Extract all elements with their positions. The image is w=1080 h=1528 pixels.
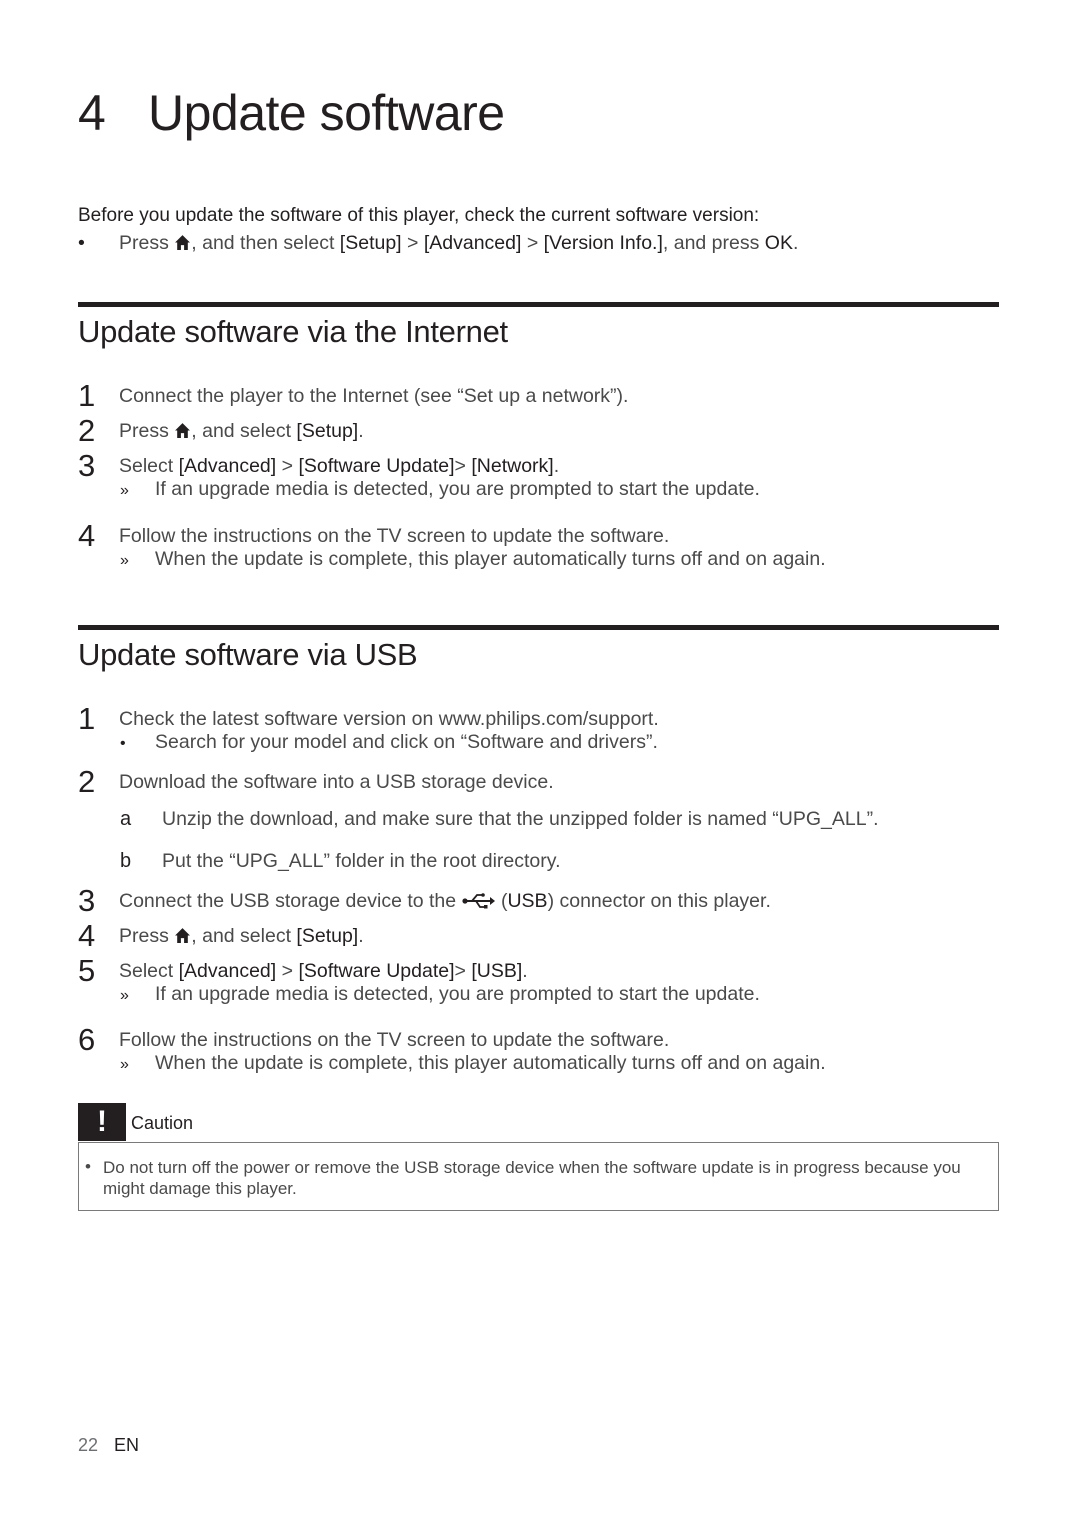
- caution-label: Caution: [131, 1113, 194, 1133]
- language-code: EN: [114, 1435, 140, 1455]
- menu-setup: [Setup]: [339, 232, 402, 254]
- section-divider: [78, 302, 999, 307]
- section-title-usb: Update software via USB: [78, 637, 418, 672]
- usb-step-5-result: » If an upgrade media is detected, you ar…: [120, 983, 760, 1005]
- intro-bullet: • Press , and then select [Setup] > [Adva…: [78, 232, 799, 254]
- section-divider: [78, 625, 999, 630]
- page-number: 22: [78, 1435, 99, 1455]
- internet-step-1: 1 Connect the player to the Internet (see…: [78, 378, 629, 413]
- chapter-title: 4 Update software: [78, 88, 505, 138]
- usb-step-6: 6 Follow the instructions on the TV scree…: [78, 1022, 670, 1057]
- home-icon: [174, 927, 191, 944]
- usb-step-3: 3 Connect the USB storage device to the (…: [78, 883, 771, 918]
- usb-step-4: 4 Press , and select [Setup].: [78, 918, 364, 953]
- menu-advanced: [Advanced]: [423, 232, 522, 254]
- usb-step-2: 2 Download the software into a USB storag…: [78, 764, 554, 799]
- bullet-glyph: •: [78, 232, 85, 254]
- ok-key: OK: [764, 232, 793, 254]
- internet-step-2: 2 Press , and select [Setup].: [78, 413, 364, 448]
- usb-step-1: 1 Check the latest software version on ww…: [78, 701, 659, 736]
- internet-step-4: 4 Follow the instructions on the TV scree…: [78, 518, 670, 553]
- section-title-internet: Update software via the Internet: [78, 314, 508, 349]
- chapter-title-text: Update software: [148, 85, 505, 141]
- usb-step-1-bullet: • Search for your model and click on “Sof…: [120, 731, 658, 753]
- internet-step-3-result: » If an upgrade media is detected, you ar…: [120, 478, 760, 500]
- usb-step-2a: a Unzip the download, and make sure that …: [120, 808, 879, 830]
- caution-text: Do not turn off the power or remove the …: [103, 1158, 961, 1198]
- home-icon: [174, 234, 191, 251]
- chapter-number: 4: [78, 85, 106, 141]
- usb-step-6-result: » When the update is complete, this playe…: [120, 1052, 826, 1074]
- page-footer: 22 EN: [78, 1435, 139, 1456]
- intro-text: Before you update the software of this p…: [78, 205, 760, 226]
- usb-step-5: 5 Select [Advanced] > [Software Update]> …: [78, 953, 528, 988]
- usb-step-2b: b Put the “UPG_ALL” folder in the root di…: [120, 850, 561, 872]
- home-icon: [174, 422, 191, 439]
- bullet-glyph: •: [85, 1157, 91, 1176]
- caution-box: • Do not turn off the power or remove th…: [78, 1142, 999, 1211]
- menu-version-info: [Version Info.]: [543, 232, 663, 254]
- warning-icon: !: [78, 1103, 126, 1141]
- internet-step-4-result: » When the update is complete, this playe…: [120, 548, 826, 570]
- usb-icon: [461, 893, 495, 909]
- internet-step-3: 3 Select [Advanced] > [Software Update]> …: [78, 448, 560, 483]
